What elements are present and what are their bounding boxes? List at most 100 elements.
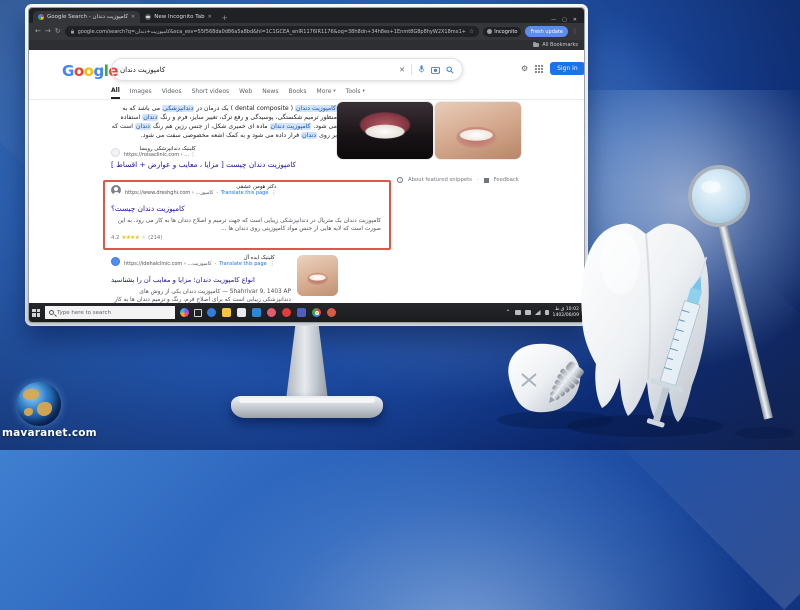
file-explorer-taskbar-icon[interactable]: [222, 308, 231, 317]
highlighted-term: دندان: [142, 114, 159, 121]
chevron-down-icon: ▾: [333, 89, 336, 94]
featured-snippet-source[interactable]: کلینیک دندانپزشکی رویسا https://roisacli…: [111, 146, 196, 158]
snippet-text: قرار داده می شود و به کمک اشعه مخصوصی سف…: [140, 132, 302, 139]
tooth-shadow: [567, 415, 723, 437]
search-icon: [49, 310, 54, 315]
sign-in-button[interactable]: Sign in: [550, 62, 584, 75]
source-url-row: https://www.dreshghi.com › ...کامپوز · T…: [125, 190, 276, 196]
google-logo-letter: g: [93, 62, 104, 80]
microphone-icon[interactable]: [418, 65, 425, 74]
source-url: https://idehalclinic.com › ...کامپوزیت: [124, 261, 212, 267]
search-icon[interactable]: [446, 65, 454, 74]
tab-new-incognito[interactable]: New Incognito Tab ✕: [140, 11, 217, 23]
photos-taskbar-icon[interactable]: [267, 308, 276, 317]
tray-expand-icon[interactable]: ⌃: [505, 309, 510, 316]
new-tab-button[interactable]: +: [222, 13, 228, 23]
volume-icon[interactable]: [544, 310, 549, 315]
smiling-woman-photo[interactable]: [434, 101, 522, 160]
highlighted-term: دندان: [301, 132, 318, 139]
search-result: کلینیک ایده آل https://idehalclinic.com …: [111, 255, 291, 303]
reload-icon[interactable]: ↻: [55, 28, 61, 35]
tab-close-icon[interactable]: ✕: [131, 14, 135, 20]
filter-tab-books[interactable]: Books: [288, 88, 306, 98]
google-apps-icon[interactable]: [535, 64, 544, 73]
about-featured-snippets-link[interactable]: About featured snippets: [408, 177, 472, 183]
filter-tab-label: All: [111, 87, 120, 94]
filter-tab-tools[interactable]: Tools ▾: [346, 88, 365, 98]
teams-taskbar-icon[interactable]: [297, 308, 306, 317]
keyboard-icon[interactable]: [514, 310, 521, 315]
result-title-link[interactable]: انواع کامپوزیت دندان؛ مزایا و معایب آن ر…: [111, 276, 255, 284]
bookmark-star-icon[interactable]: ☆: [469, 28, 474, 35]
forward-icon[interactable]: →: [45, 28, 51, 35]
filter-tab-label: News: [262, 88, 279, 95]
taskbar-search-box[interactable]: Type here to search: [45, 306, 175, 319]
filter-tab-videos[interactable]: Videos: [162, 88, 182, 98]
edge-taskbar-icon[interactable]: [207, 308, 216, 317]
taskbar-clock[interactable]: 10:02 ق.ظ 1402/06/09: [553, 307, 581, 319]
filter-tab-web[interactable]: Web: [239, 88, 252, 98]
bookmarks-bar: All Bookmarks: [29, 40, 584, 50]
translate-page-link[interactable]: Translate this page: [221, 190, 269, 196]
filter-tab-label: Web: [239, 88, 253, 95]
filter-tab-all[interactable]: All: [111, 87, 120, 99]
incognito-label: Incognito: [494, 28, 518, 35]
cortana-icon[interactable]: [180, 308, 189, 317]
person-avatar: [111, 185, 121, 195]
translate-page-link[interactable]: Translate this page: [219, 261, 267, 267]
monitor: Google Search - کامپوزیت دندان ✕ New Inc…: [25, 4, 588, 326]
search-result: دکتر هومن عشقی https://www.dreshghi.com …: [111, 184, 381, 241]
tab-google-search[interactable]: Google Search - کامپوزیت دندان ✕: [33, 11, 141, 23]
google-logo-letter: o: [73, 62, 84, 80]
update-chrome-button[interactable]: Fresh update: [525, 26, 568, 37]
mail-taskbar-icon[interactable]: [237, 308, 246, 317]
tooth-3d-model: [581, 223, 709, 422]
filter-tab-label: Short videos: [191, 88, 230, 95]
search-box[interactable]: کامپوزیت دندان ✕: [111, 58, 463, 81]
search-input[interactable]: کامپوزیت دندان: [120, 66, 399, 74]
teeth-retractor-photo[interactable]: [336, 101, 434, 160]
result-menu-icon[interactable]: ⋮: [270, 261, 275, 267]
url-text: google.com/search?q=کامپوزیت+دندان&sca_e…: [77, 28, 466, 35]
task-view-icon[interactable]: [194, 308, 202, 317]
implant-shadow: [497, 411, 613, 429]
feedback-link[interactable]: Feedback: [494, 177, 519, 183]
featured-snippet-title-link[interactable]: کامپوزیت دندان چیست [ مزایا ، معایب و عو…: [111, 160, 296, 169]
browser-tab-bar: Google Search - کامپوزیت دندان ✕ New Inc…: [29, 8, 584, 23]
google-lens-icon[interactable]: [431, 66, 440, 74]
mirror-shadow: [735, 427, 795, 439]
settings-gear-icon[interactable]: ⚙: [521, 64, 528, 73]
back-icon[interactable]: ←: [35, 28, 41, 35]
opera-taskbar-icon[interactable]: [282, 308, 291, 317]
result-menu-icon[interactable]: ⋮: [271, 190, 276, 196]
network-icon[interactable]: [534, 310, 541, 315]
result-rating: 4.2 ★★★★ ★ (214): [111, 235, 381, 241]
filter-tab-images[interactable]: Images: [130, 88, 152, 98]
onedrive-taskbar-icon[interactable]: [252, 308, 261, 317]
chrome-taskbar-icon[interactable]: [312, 308, 321, 317]
address-bar[interactable]: google.com/search?q=کامپوزیت+دندان&sca_e…: [64, 26, 480, 37]
battery-icon[interactable]: [524, 310, 531, 315]
filter-tab-news[interactable]: News: [262, 88, 278, 98]
filter-tab-short-videos[interactable]: Short videos: [192, 88, 230, 98]
result-thumbnail-smile-photo[interactable]: [297, 255, 338, 296]
filter-tab-label: Books: [288, 88, 307, 95]
rating-value: 4.2: [111, 235, 120, 241]
google-logo[interactable]: Google: [62, 62, 119, 80]
source-url: https://www.dreshghi.com › ...کامپوز: [125, 190, 214, 196]
source-url: https://roisaclinic.com › ... ⋮: [124, 152, 196, 158]
start-button[interactable]: [32, 308, 40, 317]
result-menu-icon[interactable]: ⋮: [191, 152, 196, 158]
clear-search-icon[interactable]: ✕: [399, 66, 405, 74]
dental-mirror: [688, 165, 773, 420]
google-logo-letter: o: [83, 62, 94, 80]
windows-taskbar: Type here to search ⌃ 10:02 ق.ظ 1402/06/…: [29, 303, 584, 322]
result-snippet: Shahrivar 9, 1403 AP — کامپوزیت دندان یک…: [114, 289, 291, 303]
all-bookmarks-button[interactable]: All Bookmarks: [542, 42, 578, 48]
browser-menu-icon[interactable]: ⋮: [572, 28, 578, 35]
tab-close-icon[interactable]: ✕: [208, 14, 212, 20]
settings-taskbar-icon[interactable]: [327, 308, 336, 317]
highlighted-term: دندانپزشکی: [162, 105, 195, 112]
result-title-link[interactable]: کامپوزیت دندان چیست؟: [111, 204, 185, 213]
filter-tab-more[interactable]: More ▾: [317, 88, 336, 98]
